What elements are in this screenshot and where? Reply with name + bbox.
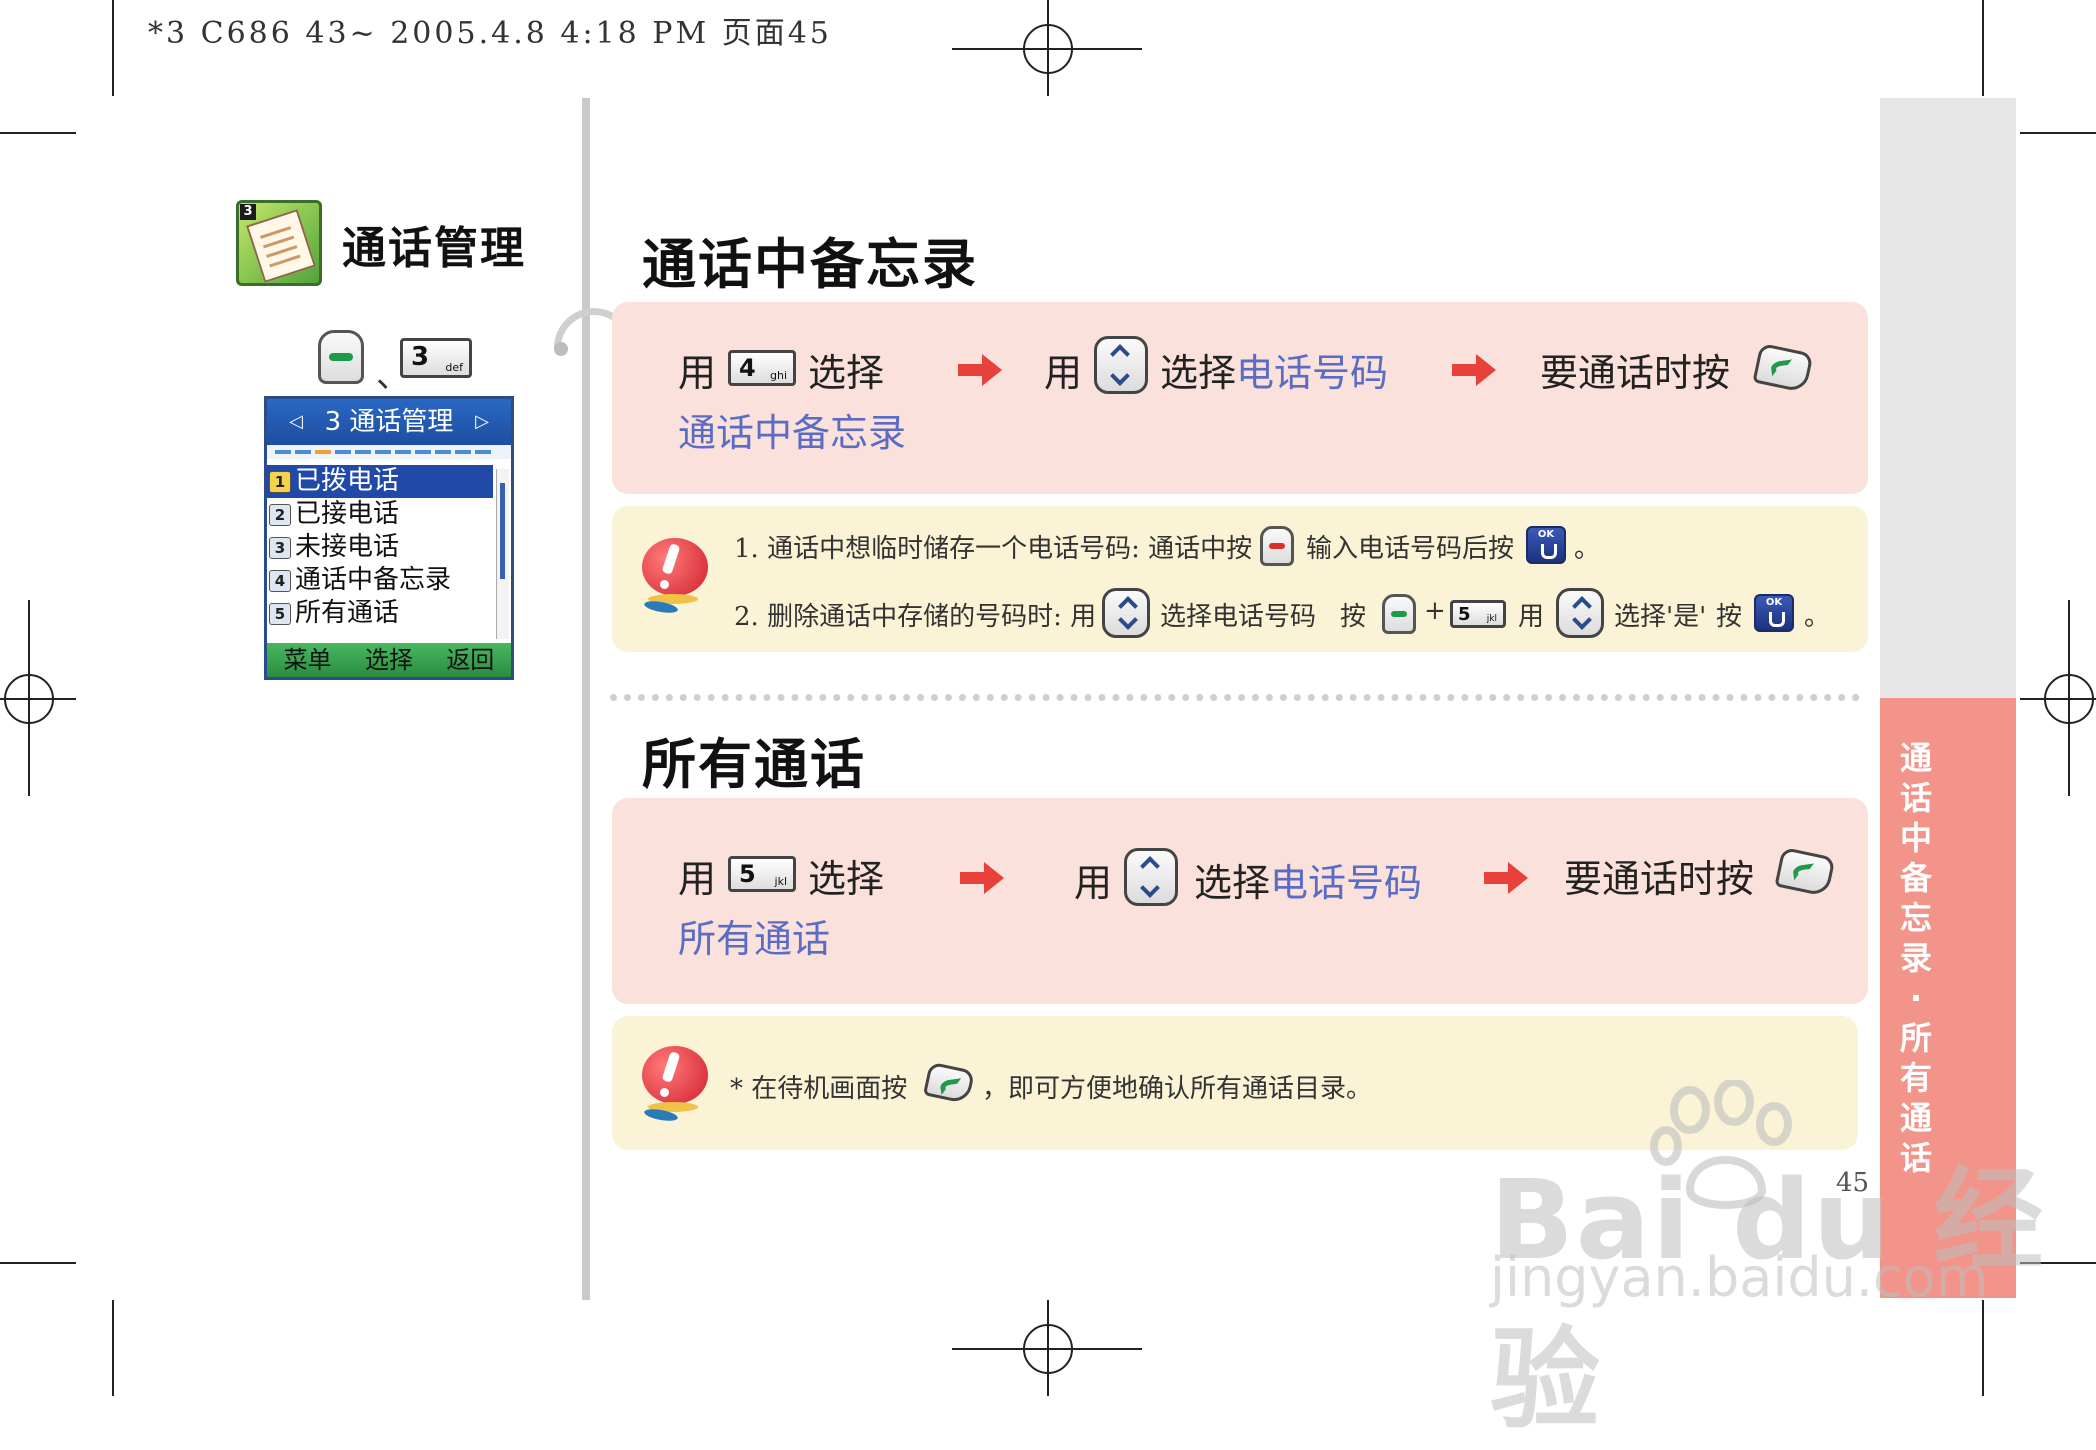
note-end: 。 (1574, 534, 1601, 564)
note-line-2-c: 按 (1340, 602, 1367, 632)
menu-item-all-calls[interactable]: 5 所有通话 (267, 597, 493, 630)
call-management-app-icon: 3 (236, 200, 322, 286)
key-letters: def (445, 361, 463, 374)
menu-item-received-calls[interactable]: 2 已接电话 (267, 498, 493, 531)
registration-mark (2044, 674, 2094, 724)
menu-softkey-icon (318, 330, 364, 384)
registration-mark (4, 674, 54, 724)
section2-steps-box: 用 5 jkl 选择 所有通话 用 选择电话号码 要通话时按 (612, 798, 1868, 1004)
tab-indicator-strip (267, 445, 511, 459)
notepad-icon (246, 209, 316, 283)
side-tab-label: 通话中备忘录 · 所有通话 (1899, 739, 1932, 1177)
phone-screen: ◁ 3 通话管理 ▷ 1 已拨电话 2 已接电话 3 未接电话 4 通话中备忘录 5 所有… (264, 396, 514, 680)
nav-key-icon (1094, 336, 1148, 394)
key-3-icon: 3 def (400, 338, 472, 378)
softkey-select[interactable]: 选择 (365, 643, 413, 677)
screen-title: 3 通话管理 (324, 407, 454, 437)
step-text: 用 (678, 857, 717, 901)
softkey-menu[interactable]: 菜单 (284, 643, 332, 677)
nav-key-icon (1102, 588, 1150, 638)
binder-dot (554, 342, 568, 356)
note-line-2-d: 用 (1518, 602, 1545, 632)
right-arrow-icon: ▷ (475, 411, 489, 432)
scrollbar[interactable] (496, 469, 509, 639)
registration-mark (1023, 24, 1073, 74)
registration-mark (1023, 1324, 1073, 1374)
end-softkey-icon (1260, 526, 1294, 566)
step-text: 用 (1044, 351, 1083, 395)
step-target: 所有通话 (678, 917, 831, 961)
baidu-watermark-url: jingyan.baidu.com (1490, 1246, 1989, 1309)
arrow-right-icon (1484, 862, 1528, 894)
print-header: *3 C686 43~ 2005.4.8 4:18 PM 页面45 (148, 16, 832, 51)
call-key-icon (922, 1061, 976, 1105)
arrow-right-icon (958, 354, 1002, 386)
column-divider (582, 98, 590, 1300)
arrow-right-icon (1452, 354, 1496, 386)
note-line-2-b: 选择电话号码 (1160, 602, 1317, 632)
call-key-icon (1752, 342, 1814, 394)
step-text: 用 (678, 351, 717, 395)
app-title: 通话管理 (342, 223, 526, 274)
arrow-right-icon (960, 862, 1004, 894)
section1-title: 通话中备忘录 (642, 233, 978, 296)
plus-sign: + (1424, 596, 1446, 626)
crop-mark (112, 1300, 114, 1396)
key-5-icon: 5 jkl (728, 856, 796, 892)
crop-mark (2020, 132, 2096, 134)
key-4-icon: 4 ghi (728, 350, 796, 386)
menu-item-call-memo[interactable]: 4 通话中备忘录 (267, 564, 493, 597)
alert-icon (640, 1046, 714, 1126)
menu-list: 1 已拨电话 2 已接电话 3 未接电话 4 通话中备忘录 5 所有通话 (267, 465, 493, 630)
menu-item-dialed-calls[interactable]: 1 已拨电话 (267, 465, 493, 498)
step-text: 用 (1074, 861, 1113, 905)
ok-key-icon: OK (1526, 526, 1566, 564)
softkey-bar: 菜单 选择 返回 (267, 643, 511, 677)
section1-steps-box: 用 4 ghi 选择 通话中备忘录 用 选择电话号码 要通话时按 (612, 302, 1868, 494)
menu-softkey-icon (1382, 594, 1416, 634)
step-text: 要通话时按 (1564, 857, 1755, 901)
left-arrow-icon: ◁ (289, 411, 303, 432)
crop-mark (0, 132, 76, 134)
key-5-icon: 5 jkl (1450, 600, 1506, 628)
call-key-icon (1774, 846, 1836, 898)
note-line-2-f: 按 (1716, 602, 1743, 632)
step-target: 通话中备忘录 (678, 411, 907, 455)
crop-mark (112, 0, 114, 96)
note-text: ，即可方便地确认所有通话目录。 (982, 1074, 1373, 1104)
step-text: 选择电话号码 (1194, 861, 1423, 905)
softkey-back[interactable]: 返回 (446, 643, 494, 677)
section1-notes-box: 1. 通话中想临时储存一个电话号码: 通话中按 输入电话号码后按 OK 。 2.… (612, 506, 1868, 652)
step-text: 选择 (808, 857, 885, 901)
step-text: 选择 (808, 351, 885, 395)
nav-key-icon (1124, 848, 1178, 906)
step-text: 要通话时按 (1540, 351, 1731, 395)
nav-key-icon (1556, 588, 1604, 638)
note-line-1: 1. 通话中想临时储存一个电话号码: 通话中按 (734, 534, 1253, 564)
crop-mark (1982, 0, 1984, 96)
note-line-1-b: 输入电话号码后按 (1306, 534, 1515, 564)
section-separator (610, 694, 1860, 701)
ok-key-icon: OK (1754, 594, 1794, 632)
side-tab-gray (1880, 98, 2016, 698)
app-number-badge: 3 (240, 204, 256, 220)
section2-title: 所有通话 (642, 733, 866, 796)
crop-mark (0, 1262, 76, 1264)
screen-title-bar: ◁ 3 通话管理 ▷ (267, 399, 511, 445)
step-text: 选择电话号码 (1160, 351, 1389, 395)
key-number: 3 (411, 342, 430, 372)
note-end: 。 (1804, 602, 1831, 632)
menu-item-missed-calls[interactable]: 3 未接电话 (267, 531, 493, 564)
alert-icon (640, 538, 714, 618)
note-line-2: 2. 删除通话中存储的号码时: 用 (734, 602, 1097, 632)
note-line-2-e: 选择'是' (1614, 602, 1707, 632)
note-text: * 在待机画面按 (730, 1074, 908, 1104)
